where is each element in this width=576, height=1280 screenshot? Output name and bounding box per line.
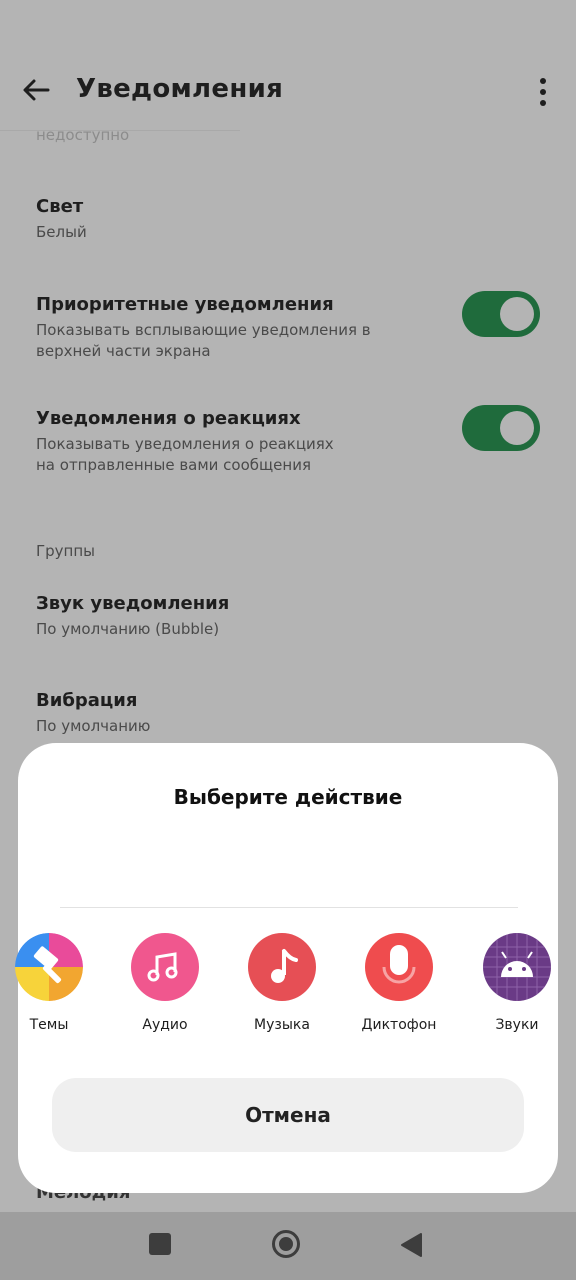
setting-description: Показывать уведомления о реакциях на отп… [36,434,436,476]
audio-icon [131,933,199,1001]
divider [0,130,240,131]
app-label: Музыка [254,1017,310,1033]
app-label: Звуки [495,1017,539,1033]
toggle-knob [500,411,534,445]
home-icon[interactable] [271,1229,301,1259]
setting-reaction-notifications[interactable]: Уведомления о реакциях Показывать уведом… [36,407,436,476]
page-title: Уведомления [76,74,284,104]
back-triangle-icon[interactable] [399,1232,423,1258]
app-audio[interactable]: Аудио [110,933,220,1033]
setting-description-line: Показывать уведомления о реакциях [36,435,334,453]
setting-value: По умолчанию (Bubble) [36,620,220,638]
app-sounds[interactable]: Звуки [462,933,572,1033]
app-label: Аудио [142,1017,188,1033]
recent-apps-icon[interactable] [149,1233,171,1255]
system-nav-bar [0,1212,576,1280]
music-icon [248,933,316,1001]
setting-value: Белый [36,223,87,241]
setting-priority-notifications[interactable]: Приоритетные уведомления Показывать вспл… [36,293,436,362]
themes-icon [15,933,83,1001]
setting-description-line: на отправленные вами сообщения [36,456,311,474]
app-bar: Уведомления [0,0,576,130]
setting-label: Звук уведомления [36,593,230,614]
cutoff-text: недоступно [36,126,130,144]
more-options-icon[interactable] [532,76,554,108]
setting-notification-sound[interactable]: Звук уведомления По умолчанию (Bubble) [36,592,436,640]
reaction-notifications-toggle[interactable] [462,405,540,451]
setting-vibration[interactable]: Вибрация По умолчанию [36,689,436,737]
setting-description-line: Показывать всплывающие уведомления в [36,321,371,339]
setting-label: Вибрация [36,690,138,711]
app-label: Темы [29,1017,69,1033]
toggle-knob [500,297,534,331]
setting-description-line: верхней части экрана [36,342,211,360]
setting-label: Свет [36,196,84,217]
app-label: Диктофон [361,1017,437,1033]
cancel-button[interactable]: Отмена [52,1078,524,1152]
setting-light[interactable]: Свет Белый [36,195,436,243]
setting-label: Уведомления о реакциях [36,408,301,429]
app-recorder[interactable]: Диктофон [344,933,454,1033]
priority-notifications-toggle[interactable] [462,291,540,337]
setting-label: Приоритетные уведомления [36,294,334,315]
app-music[interactable]: Музыка [227,933,337,1033]
android-sounds-icon [483,933,551,1001]
back-arrow-icon[interactable] [20,74,52,106]
divider [60,907,518,908]
sheet-title: Выберите действие [173,785,403,809]
recorder-icon [365,933,433,1001]
setting-description: Показывать всплывающие уведомления в вер… [36,320,436,362]
section-header-groups: Группы [36,542,96,560]
action-chooser-sheet: Выберите действие Темы Аудио Музыка Дикт… [15,743,558,1193]
setting-value: По умолчанию [36,717,151,735]
app-themes[interactable]: Темы [0,933,104,1033]
